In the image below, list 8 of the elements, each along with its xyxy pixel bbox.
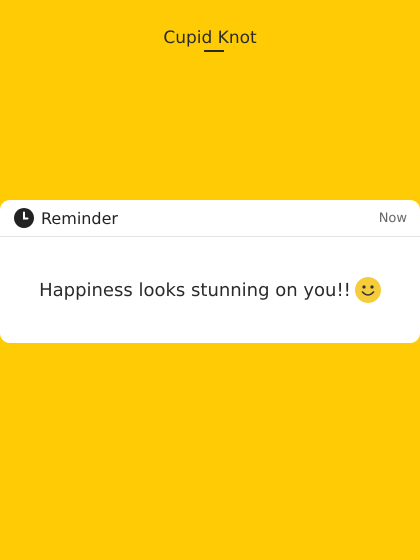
notification-title: Reminder [41, 208, 118, 228]
notification-card[interactable]: Reminder Now Happiness looks stunning on you!! [0, 200, 420, 343]
logo-underline [204, 50, 224, 52]
app-logo: Cupid Knot [163, 28, 257, 48]
notification-message: Happiness looks stunning on you!! [39, 280, 351, 300]
smiley-icon [354, 277, 381, 303]
clock-icon [14, 208, 34, 228]
notification-time: Now [378, 210, 407, 226]
